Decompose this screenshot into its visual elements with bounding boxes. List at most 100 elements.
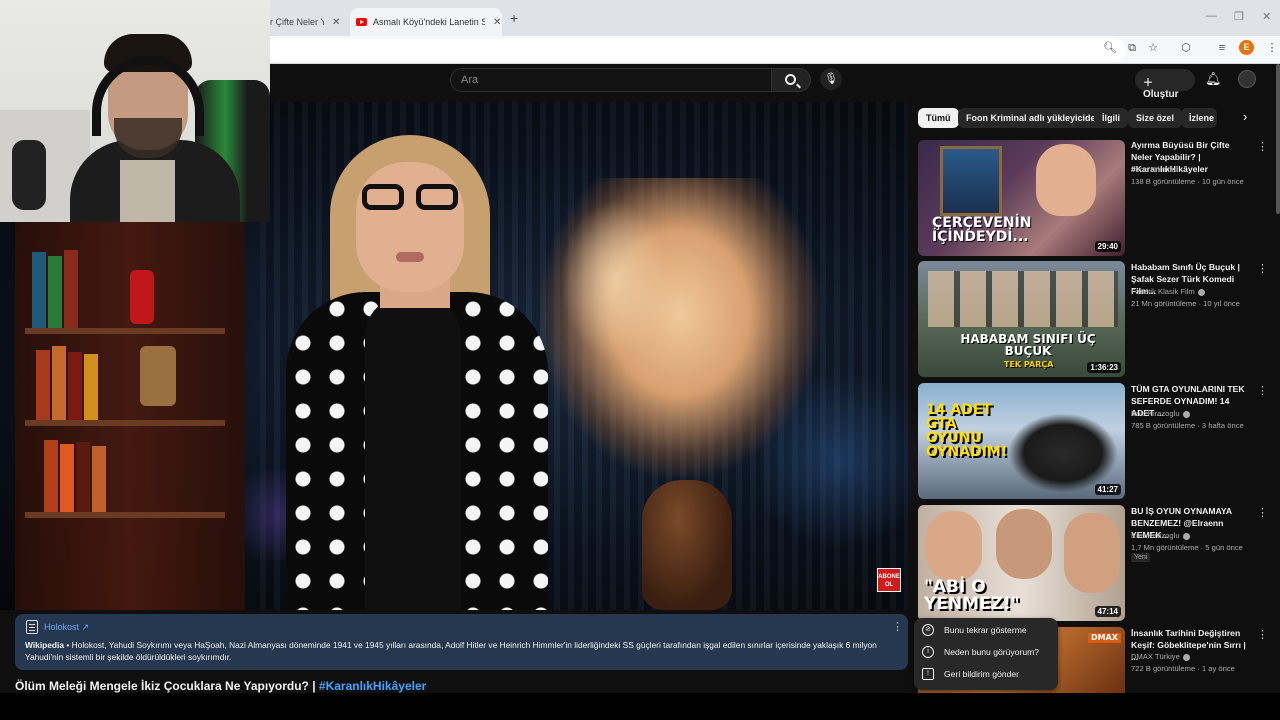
video-thumbnail[interactable]: HABABAM SINIFI ÜÇ BUÇUK TEK PARÇA 1:36:2… <box>918 261 1125 377</box>
presenter-glasses <box>360 184 460 212</box>
video-title: Ölüm Meleği Mengele İkiz Çocuklara Ne Ya… <box>15 679 427 693</box>
shelf-board <box>25 420 225 426</box>
video-thumbnail[interactable]: 14 ADET GTA OYUNU OYNADIM! 41:27 <box>918 383 1125 499</box>
video-meta: 722 B görüntüleme · 1 ay önce <box>1131 664 1235 673</box>
chip-for-you[interactable]: Size özel <box>1128 108 1183 128</box>
red-lantern <box>130 270 154 324</box>
shelf-board <box>25 328 225 334</box>
feedback-icon: ! <box>922 668 934 680</box>
webcam-overlay <box>0 0 270 222</box>
presenter-lips <box>396 252 424 262</box>
verified-icon <box>1182 532 1190 540</box>
chip-watched[interactable]: İzlene <box>1181 108 1217 128</box>
channel-name[interactable]: Foon Kriminal <box>1131 165 1178 174</box>
thumbnail-face <box>996 509 1052 579</box>
thumbnail-text: 14 ADET GTA OYUNU OYNADIM! <box>926 402 1008 460</box>
duration-badge: 1:36:23 <box>1087 362 1121 373</box>
thumbnail-painting <box>940 146 1002 216</box>
more-options-icon[interactable]: ⋮ <box>1257 506 1268 519</box>
duration-badge: 47:14 <box>1094 606 1121 617</box>
browser-menu-icon[interactable]: ⋮ <box>1264 40 1280 56</box>
book <box>60 444 74 512</box>
avatar[interactable] <box>1238 70 1256 88</box>
more-options-icon[interactable]: ⋮ <box>892 620 903 633</box>
thumbnail-face <box>1036 144 1096 216</box>
bottom-bar <box>0 693 1280 720</box>
thumbnail-text: ÇERÇEVENİN İÇİNDEYDİ... <box>932 215 1032 245</box>
more-options-icon[interactable]: ⋮ <box>1257 262 1268 275</box>
new-tab-button[interactable]: + <box>510 10 518 26</box>
chip-all[interactable]: Tümü <box>918 108 959 128</box>
book <box>68 352 82 420</box>
browser-tab-active[interactable]: Asmalı Köyü'ndeki Lanetin Sırrı ✕ <box>350 8 502 36</box>
bookmark-star-icon[interactable]: ☆ <box>1145 40 1161 56</box>
presenter-face <box>356 162 464 292</box>
duration-badge: 29:40 <box>1094 241 1121 252</box>
browser-profile-avatar[interactable]: E <box>1239 40 1254 55</box>
close-window-icon[interactable]: ✕ <box>1262 10 1271 23</box>
notifications-bell-icon[interactable]: 🔔︎ <box>1205 71 1222 87</box>
install-app-icon[interactable]: ⧉ <box>1124 40 1140 56</box>
extensions-icon[interactable]: ⬡ <box>1178 40 1194 56</box>
thumbnail-cast <box>928 271 1118 327</box>
channel-name[interactable]: Enis Kirazoglu <box>1131 531 1190 540</box>
create-button[interactable]: ＋ Oluştur <box>1135 69 1195 100</box>
carved-figure <box>140 346 176 406</box>
video-thumbnail[interactable]: ÇERÇEVENİN İÇİNDEYDİ... 29:40 <box>918 140 1125 256</box>
thumbnail-face <box>926 511 982 581</box>
browser-tab[interactable]: ir Çifte Neler Y ✕ <box>268 8 346 36</box>
info-panel-text: Wikipedia • Holokost, Yahudi Soykırımı v… <box>25 640 877 662</box>
block-icon: ⊘ <box>922 624 934 636</box>
close-tab-icon[interactable]: ✕ <box>493 17 501 28</box>
vase <box>642 480 732 610</box>
restore-icon[interactable]: ❐ <box>1234 10 1244 23</box>
book <box>76 442 90 512</box>
channel-name[interactable]: DMAX Türkiye <box>1131 652 1190 661</box>
channel-logo-text: DMAX <box>1088 633 1121 643</box>
voice-search-icon[interactable]: 🎙︎ <box>820 68 842 90</box>
page-scrollbar[interactable] <box>1276 64 1280 214</box>
book <box>84 354 98 420</box>
verified-icon <box>1197 288 1205 296</box>
channel-name[interactable]: Enis Kirazoglu <box>1131 409 1190 418</box>
search-button[interactable] <box>771 68 811 92</box>
video-thumbnail[interactable]: "ABİ O YENMEZ!" 47:14 <box>918 505 1125 621</box>
new-badge: Yeni <box>1131 553 1151 562</box>
book <box>32 252 46 328</box>
thumbnail-subtext: TEK PARÇA <box>1004 360 1054 369</box>
book <box>44 440 58 512</box>
channel-name[interactable]: Fanatik Klasik Film <box>1131 287 1205 296</box>
chip-related[interactable]: İlgili <box>1094 108 1128 128</box>
hashtag-link[interactable]: #KaranlıkHikâyeler <box>319 679 426 693</box>
book <box>36 350 50 420</box>
search-icon <box>785 74 796 85</box>
menu-item-send-feedback[interactable]: ! Geri bildirim gönder <box>922 665 1019 683</box>
zoom-icon[interactable]: 🔍︎ <box>1102 40 1118 56</box>
more-options-icon[interactable]: ⋮ <box>1257 384 1268 397</box>
microphone <box>12 140 46 210</box>
video-meta: 785 B görüntüleme · 3 hafta önce <box>1131 421 1244 430</box>
media-control-icon[interactable]: ≡ <box>1214 40 1230 56</box>
chip-from-uploader[interactable]: Foon Kriminal adlı yükleyiciden <box>958 108 1110 128</box>
book <box>52 346 66 420</box>
address-bar[interactable] <box>266 39 1126 61</box>
menu-item-why-seeing[interactable]: i Neden bunu görüyorum? <box>922 643 1039 661</box>
youtube-favicon-icon <box>356 18 367 26</box>
video-meta: 21 Mn görüntüleme · 10 yıl önce <box>1131 299 1240 308</box>
tab-title: ir Çifte Neler Y <box>268 17 324 27</box>
chevron-right-icon[interactable]: › <box>1243 109 1247 124</box>
book <box>92 446 106 512</box>
presenter-shirt <box>365 296 461 610</box>
thumbnail-motorcycle <box>1008 413 1118 493</box>
more-options-icon[interactable]: ⋮ <box>1257 140 1268 153</box>
verified-icon <box>1182 410 1190 418</box>
thumbnail-text: HABABAM SINIFI ÜÇ BUÇUK <box>960 332 1096 358</box>
minimize-icon[interactable]: — <box>1206 10 1217 22</box>
close-tab-icon[interactable]: ✕ <box>332 17 340 28</box>
info-panel-title[interactable]: Holokost ↗ <box>44 622 89 633</box>
menu-item-dont-show[interactable]: ⊘ Bunu tekrar gösterme <box>922 621 1027 639</box>
video-meta: 138 B görüntüleme · 10 gün önce <box>1131 177 1244 186</box>
subscribe-watermark[interactable]: ABONE OL <box>877 568 901 592</box>
search-input[interactable]: Ara <box>450 68 772 92</box>
more-options-icon[interactable]: ⋮ <box>1257 628 1268 641</box>
